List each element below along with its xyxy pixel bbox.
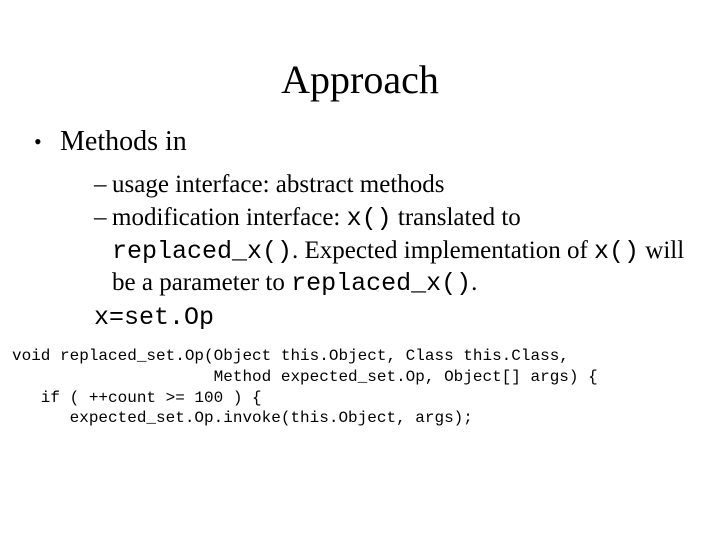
sub-text-seg: modification interface: — [112, 204, 347, 231]
identifier-line: x=set.Op — [34, 302, 700, 335]
code-inline: replaced_x() — [112, 237, 292, 266]
dash-icon: – — [94, 202, 112, 234]
sub-text: usage interface: abstract methods — [112, 171, 445, 198]
slide: Approach • Methods in –usage interface: … — [0, 0, 720, 540]
sub-list: –usage interface: abstract methods –modi… — [34, 169, 700, 300]
sub-text-seg: translated to — [392, 204, 521, 231]
code-line: if ( ++count >= 100 ) { — [12, 389, 262, 407]
slide-body: • Methods in –usage interface: abstract … — [0, 125, 720, 334]
sub-item: –usage interface: abstract methods — [94, 169, 700, 201]
dash-icon: – — [94, 169, 112, 201]
code-inline: x() — [594, 237, 639, 266]
bullet-item: • Methods in — [34, 125, 700, 159]
code-line: Method expected_set.Op, Object[] args) { — [12, 368, 598, 386]
sub-text-seg: . Expected implementation of — [292, 237, 594, 264]
code-line: void replaced_set.Op(Object this.Object,… — [12, 347, 569, 365]
code-block: void replaced_set.Op(Object this.Object,… — [0, 334, 720, 429]
sub-text-seg: . — [471, 269, 477, 296]
slide-title: Approach — [0, 0, 720, 125]
code-inline: replaced_x() — [291, 269, 471, 298]
code-inline: x() — [347, 204, 392, 233]
bullet-text: Methods in — [60, 125, 187, 159]
bullet-icon: • — [34, 125, 60, 155]
sub-item: –modification interface: x() translated … — [94, 202, 700, 300]
code-line: expected_set.Op.invoke(this.Object, args… — [12, 409, 473, 427]
